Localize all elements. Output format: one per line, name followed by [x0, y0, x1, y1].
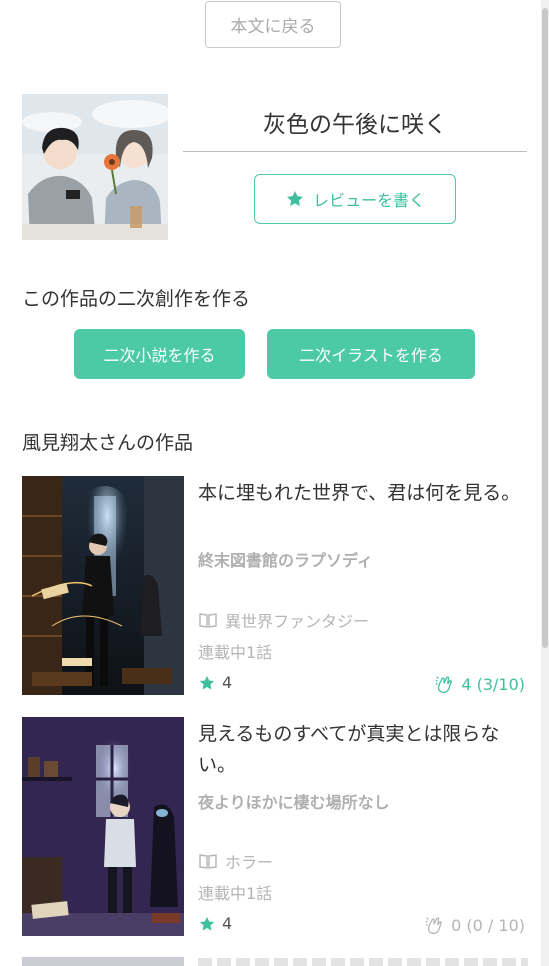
work-cheer-1[interactable]: 4 (3/10) [433, 673, 525, 695]
next-work-title-partial[interactable] [198, 958, 528, 966]
next-work-thumbnail-partial[interactable] [22, 957, 184, 966]
scrollbar-thumb[interactable] [542, 8, 548, 648]
write-review-button[interactable]: レビューを書く [254, 174, 456, 224]
work-thumbnail[interactable] [22, 717, 184, 936]
work-rating-value-2: 4 [222, 914, 233, 933]
work-title: 灰色の午後に咲く [263, 112, 447, 138]
create-derivative-novel-button[interactable]: 二次小説を作る [74, 329, 245, 379]
scrollbar-track[interactable] [541, 0, 549, 966]
write-review-label: レビューを書く [312, 191, 425, 210]
back-to-text-button[interactable]: 本文に戻る [205, 1, 341, 48]
work-cover-image[interactable] [22, 94, 168, 240]
title-divider [183, 151, 527, 152]
work-status-1: 連載中1話 [198, 643, 273, 662]
work-rating-1: 4 [198, 673, 232, 692]
book-icon [199, 613, 217, 628]
star-icon [199, 675, 215, 689]
work-cheer-value-1: 4 (3/10) [461, 674, 525, 694]
work-genre-2: ホラー [198, 849, 273, 873]
clap-icon [425, 917, 443, 935]
work-thumbnail[interactable] [22, 476, 184, 695]
work-status-2: 連載中1話 [198, 884, 273, 903]
work-title-1[interactable]: 本に埋もれた世界で、君は何を見る。 [198, 478, 528, 509]
star-icon [199, 916, 215, 930]
work-genre-label-2: ホラー [225, 853, 274, 872]
clap-icon [435, 676, 453, 694]
work-title-2[interactable]: 見えるものすべてが真実とは限らない。 [198, 719, 528, 781]
work-cheer-value-2: 0 (0 / 10) [451, 915, 525, 935]
work-rating-value-1: 4 [222, 673, 233, 692]
create-derivative-illust-button[interactable]: 二次イラストを作る [267, 329, 475, 379]
work-rating-2: 4 [198, 914, 232, 933]
work-cheer-2[interactable]: 0 (0 / 10) [423, 914, 525, 936]
book-icon [199, 854, 217, 869]
derivative-heading: この作品の二次創作を作る [22, 288, 251, 310]
work-subtitle-2: 夜よりほかに棲む場所なし [198, 793, 390, 812]
work-genre-label-1: 異世界ファンタジー [225, 612, 370, 631]
star-icon [287, 191, 303, 207]
work-genre-1: 異世界ファンタジー [198, 608, 369, 632]
work-subtitle-1: 終末図書館のラプソディ [198, 551, 373, 570]
author-works-heading: 風見翔太さんの作品 [22, 432, 194, 454]
